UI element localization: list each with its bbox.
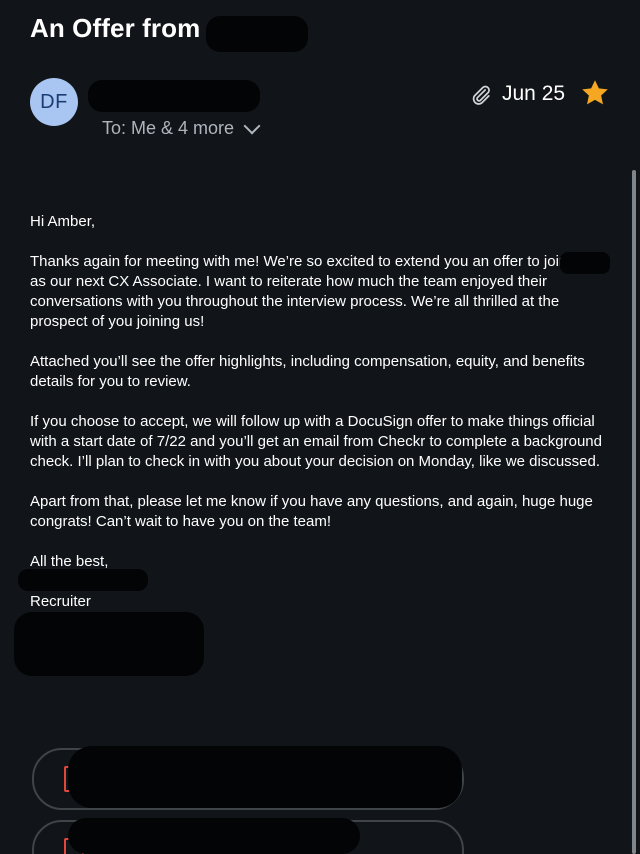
star-icon[interactable] [580,78,610,108]
paragraph-congrats: Apart from that, please let me know if y… [30,493,593,530]
sender-initials: DF [40,90,68,113]
recipients-text: To: Me & 4 more [102,118,235,138]
redacted-company-inline [560,252,610,274]
email-subject: An Offer from [30,13,200,44]
recipients-toggle[interactable]: To: Me & 4 more [102,117,261,139]
redacted-attachment-name-1 [68,746,462,808]
redacted-sender-name [88,80,260,112]
greeting: Hi Amber, [30,213,96,230]
signature-title: Recruiter [30,593,91,610]
paragraph-offer: Thanks again for meeting with me! We’re … [30,252,610,332]
redacted-attachment-name-2 [68,818,360,854]
paragraph-next-steps: If you choose to accept, we will follow … [30,413,602,470]
email-view: An Offer from DF To: Me & 4 more Jun 25 … [0,0,640,854]
paragraph-offer-start: Thanks again for meeting with me! We’re … [30,253,568,270]
redacted-company-name [206,16,308,52]
paragraph-offer-rest: as our next CX Associate. I want to reit… [30,273,560,330]
email-subject-text: An Offer from [30,13,201,43]
paragraph-attachments: Attached you’ll see the offer highlights… [30,353,585,390]
sender-avatar[interactable]: DF [30,78,78,126]
chevron-down-icon [243,117,261,134]
email-date: Jun 25 [502,82,566,105]
redacted-signature-block [14,612,204,676]
redacted-signature-name [18,569,148,591]
scrollbar[interactable] [632,170,636,854]
paperclip-icon [472,85,490,105]
